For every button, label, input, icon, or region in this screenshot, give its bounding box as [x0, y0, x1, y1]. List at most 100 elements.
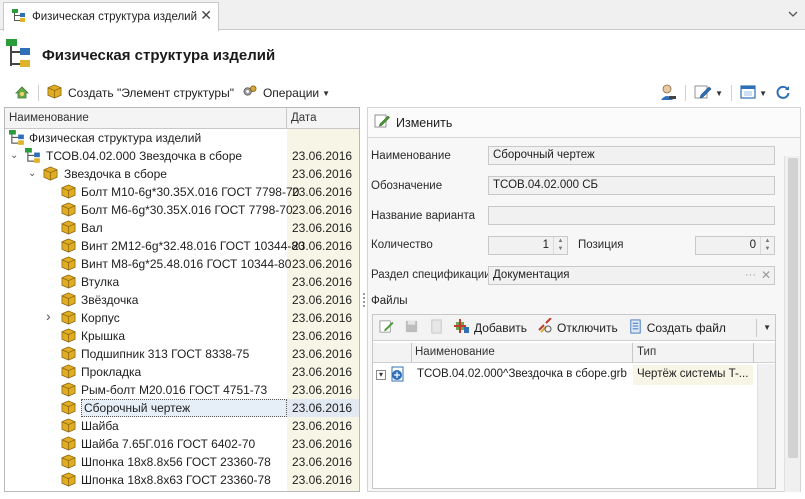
- tree-item-label: Прокладка: [81, 365, 142, 379]
- quantity-stepper[interactable]: 1 ▲ ▼: [488, 236, 568, 255]
- tree-item-label: Шайба 7.65Г.016 ГОСТ 6402-70: [81, 437, 256, 451]
- user-button[interactable]: [655, 82, 681, 104]
- tree-item-row[interactable]: Рым-болт М20.016 ГОСТ 4751-73 23.06.2016: [5, 381, 359, 399]
- tree-item-label: Сборочный чертеж: [81, 399, 287, 417]
- edit-button[interactable]: Изменить: [374, 113, 452, 132]
- chevron-right-icon[interactable]: ›: [46, 309, 56, 323]
- chevron-down-icon[interactable]: ⌄: [28, 168, 38, 180]
- cube-icon: [61, 328, 76, 346]
- tree-item-label: Подшипник 313 ГОСТ 8338-75: [81, 347, 250, 361]
- variant-field[interactable]: [488, 206, 775, 225]
- tree-item-date: 23.06.2016: [292, 347, 353, 361]
- designation-field[interactable]: ТСОВ.04.02.000 СБ: [488, 176, 775, 195]
- operations-menu-button[interactable]: Операции ▼: [238, 82, 334, 104]
- tree-item-label: Корпус: [81, 311, 120, 325]
- tree-item-row[interactable]: Прокладка 23.06.2016: [5, 363, 359, 381]
- expand-toggle-icon[interactable]: ▾: [376, 370, 386, 380]
- file-edit-button[interactable]: [379, 319, 394, 337]
- file-row[interactable]: ▾ ТСОВ.04.02.000^Звездочка в сборе.grb Ч…: [373, 365, 775, 385]
- scrollbar-thumb[interactable]: [788, 158, 798, 458]
- tree-item-date: 23.06.2016: [292, 203, 353, 217]
- create-file-button[interactable]: Создать файл: [628, 319, 726, 337]
- file-save-button[interactable]: [404, 319, 419, 337]
- tree-root-row[interactable]: Физическая структура изделий: [5, 129, 359, 147]
- details-scrollbar[interactable]: [784, 156, 800, 492]
- cube-icon: [61, 454, 76, 472]
- tree-item-date: 23.06.2016: [292, 275, 353, 289]
- spec-section-field[interactable]: Документация ··· ✕: [488, 266, 775, 285]
- column-divider[interactable]: [286, 108, 287, 129]
- file-export-button[interactable]: [429, 319, 444, 337]
- structure-tree-icon: [6, 38, 32, 72]
- details-panel: Изменить Наименование Сборочный чертеж О…: [367, 107, 801, 492]
- cube-icon: [47, 84, 62, 102]
- column-divider[interactable]: [632, 343, 633, 363]
- tree-item-row[interactable]: Шпонка 18х8.8х56 ГОСТ 23360-78 23.06.2016: [5, 453, 359, 472]
- chevron-down-icon[interactable]: ▼: [763, 323, 771, 332]
- clear-icon[interactable]: ✕: [761, 267, 771, 284]
- cube-icon: [61, 346, 76, 364]
- close-icon[interactable]: ✕: [200, 8, 212, 22]
- chevron-down-icon: ▼: [715, 88, 724, 98]
- spec-section-value: Документация: [493, 269, 570, 281]
- tree-item-row[interactable]: Шайба 7.65Г.016 ГОСТ 6402-70 23.06.2016: [5, 435, 359, 453]
- tree-item-row[interactable]: Болт М10-6g*30.35Х.016 ГОСТ 7798-70 23.06…: [5, 183, 359, 201]
- tree-assembly-date: 23.06.2016: [292, 149, 353, 163]
- name-field[interactable]: Сборочный чертеж: [488, 146, 775, 165]
- tree-item-date: 23.06.2016: [292, 419, 353, 433]
- pencil-icon: [379, 319, 394, 337]
- stepper-arrows-icon[interactable]: ▲ ▼: [553, 237, 567, 254]
- tree-assembly-row[interactable]: ⌄ ТСОВ.04.02.000 Звездочка в сборе 23.06…: [5, 147, 359, 165]
- detach-file-button[interactable]: Отключить: [537, 317, 618, 337]
- tree-item-label: Рым-болт М20.016 ГОСТ 4751-73: [81, 383, 268, 397]
- cube-icon: [61, 310, 76, 328]
- structure-tree-panel: Наименование Дата Физическая структура и…: [4, 107, 360, 492]
- tree-item-row[interactable]: Вал 23.06.2016: [5, 219, 359, 238]
- window-layout-button[interactable]: ▼: [736, 82, 771, 104]
- files-scrollbar[interactable]: [757, 364, 775, 488]
- tree-subassembly-row[interactable]: ⌄ Звездочка в сборе 23.06.2016: [5, 165, 359, 183]
- create-structure-element-button[interactable]: Создать "Элемент структуры": [43, 82, 238, 104]
- column-header-date[interactable]: Дата: [291, 112, 316, 124]
- refresh-home-button[interactable]: [10, 82, 34, 104]
- toolbar-separator: [685, 85, 687, 101]
- tree-item-date: 23.06.2016: [292, 239, 353, 253]
- ellipsis-icon[interactable]: ···: [745, 267, 756, 284]
- tree-item-row[interactable]: Шайба 23.06.2016: [5, 417, 359, 435]
- unlink-icon: [537, 317, 553, 337]
- drawing-file-icon: [389, 366, 407, 387]
- cube-icon: [61, 292, 76, 310]
- tree-column-header: Наименование Дата: [5, 108, 359, 129]
- cube-icon: [61, 220, 76, 238]
- position-stepper[interactable]: 0 ▲ ▼: [695, 236, 775, 255]
- files-column-name[interactable]: Наименование: [415, 346, 495, 358]
- tree-item-row[interactable]: Сборочный чертеж 23.06.2016: [5, 399, 359, 417]
- tree-item-label: Звёздочка: [81, 293, 139, 307]
- tree-item-row[interactable]: Крышка 23.06.2016: [5, 327, 359, 346]
- chevron-down-icon[interactable]: ⌄: [10, 150, 20, 162]
- tree-item-row[interactable]: Шпонка 18х8.8х63 ГОСТ 23360-78 23.06.2016: [5, 471, 359, 489]
- cube-icon: [61, 238, 76, 256]
- column-header-name[interactable]: Наименование: [9, 112, 89, 124]
- add-file-button[interactable]: Добавить: [454, 318, 527, 337]
- tree-item-label: Шпонка 18х8.8х56 ГОСТ 23360-78: [81, 455, 271, 469]
- tree-item-row[interactable]: Подшипник 313 ГОСТ 8338-75 23.06.2016: [5, 345, 359, 364]
- tree-item-row[interactable]: Винт М8-6g*25.48.016 ГОСТ 10344-80 23.06.…: [5, 255, 359, 273]
- files-toolbar: Добавить Отключить Создать файл ▼: [373, 315, 775, 341]
- tree-item-row[interactable]: Звёздочка 23.06.2016: [5, 291, 359, 310]
- stepper-arrows-icon[interactable]: ▲ ▼: [760, 237, 774, 254]
- cube-icon: [61, 202, 76, 220]
- tree-item-row[interactable]: Втулка 23.06.2016: [5, 273, 359, 291]
- edit-settings-button[interactable]: ▼: [690, 82, 727, 104]
- add-file-label: Добавить: [474, 320, 528, 335]
- files-column-type[interactable]: Тип: [637, 346, 656, 358]
- tree-item-row[interactable]: › Корпус 23.06.2016: [5, 309, 359, 328]
- chevron-down-icon[interactable]: [788, 8, 798, 18]
- tree-item-row[interactable]: Болт М6-6g*30.35Х.016 ГОСТ 7798-70 23.06.…: [5, 201, 359, 220]
- tab-physical-structure[interactable]: Физическая структура изделий ✕: [3, 2, 219, 31]
- document-tab-strip: Физическая структура изделий ✕: [0, 0, 805, 31]
- position-field-label: Позиция: [578, 239, 624, 251]
- tree-item-row[interactable]: Винт 2М12-6g*32.48.016 ГОСТ 10344-80 23.0…: [5, 237, 359, 256]
- structure-tree-icon: [12, 8, 26, 26]
- refresh-button[interactable]: [771, 82, 795, 104]
